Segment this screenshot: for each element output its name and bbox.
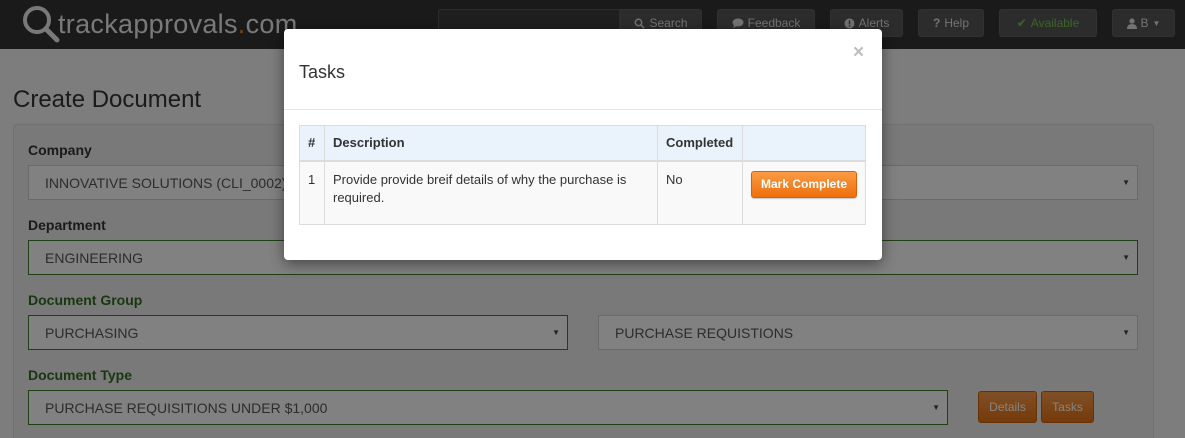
tasks-table: # Description Completed 1 Provide provid… (299, 125, 866, 225)
mark-complete-button[interactable]: Mark Complete (751, 170, 857, 198)
table-row: 1 Provide provide breif details of why t… (299, 160, 866, 225)
column-header-description: Description (324, 125, 658, 162)
task-description-cell: Provide provide breif details of why the… (324, 160, 658, 225)
modal-title: Tasks (299, 62, 346, 82)
tasks-modal: Tasks × # Description Completed 1 Provid… (284, 29, 882, 260)
column-header-action (742, 125, 866, 162)
modal-header: Tasks × (284, 29, 882, 110)
task-completed-cell: No (657, 160, 743, 225)
table-header-row: # Description Completed (299, 125, 866, 162)
column-header-completed: Completed (657, 125, 743, 162)
task-action-cell: Mark Complete (742, 160, 866, 225)
task-number-cell: 1 (299, 160, 325, 225)
close-icon[interactable]: × (853, 42, 864, 64)
column-header-number: # (299, 125, 325, 162)
